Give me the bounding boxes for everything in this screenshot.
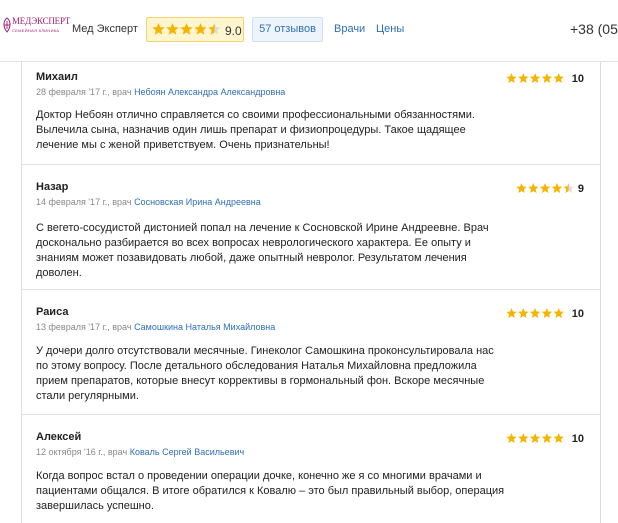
review-date: 14 февраля '17 г., врач xyxy=(36,197,132,207)
star-icon xyxy=(529,308,541,318)
review-stars-icon xyxy=(506,433,564,443)
review-card: Раиса 13 февраля '17 г., врач Самошкина … xyxy=(22,291,600,415)
overall-rating-badge: 9.0 xyxy=(146,17,244,42)
logo-subtitle: СЕМЕЙНАЯ КЛИНИКА xyxy=(12,28,60,33)
review-rating: 10 xyxy=(506,308,584,322)
star-icon xyxy=(518,73,529,83)
star-icon xyxy=(506,73,517,83)
review-text: Доктор Небоян отлично справляется со сво… xyxy=(36,109,475,151)
star-icon xyxy=(553,433,564,443)
reviewer-name: Алексей xyxy=(36,431,82,443)
review-rating: 10 xyxy=(506,433,584,447)
review-text: Когда вопрос встал о проведении операции… xyxy=(36,470,505,512)
star-icon xyxy=(539,183,551,193)
star-icon xyxy=(516,183,527,193)
review-card: Михаил 28 февраля '17 г., врач Небоян Ал… xyxy=(22,62,600,165)
review-meta: 14 февраля '17 г., врач Сосновская Ирина… xyxy=(36,197,261,207)
star-icon xyxy=(180,23,193,35)
star-icon xyxy=(166,23,179,35)
rating-stars-icon xyxy=(152,23,221,35)
review-rating: 10 xyxy=(506,73,584,87)
reviewer-name: Назар xyxy=(36,181,69,193)
phone-number[interactable]: +38 (05( xyxy=(570,21,618,37)
review-score: 10 xyxy=(571,73,584,85)
star-icon xyxy=(194,23,207,35)
star-icon xyxy=(551,183,563,193)
review-meta: 28 февраля '17 г., врач Небоян Александр… xyxy=(36,87,285,97)
star-icon xyxy=(208,23,221,35)
review-date: 13 февраля '17 г., врач xyxy=(36,322,132,332)
doctor-link[interactable]: Небоян Александра Александровна xyxy=(134,87,285,97)
star-icon xyxy=(506,308,517,318)
reviews-count-button[interactable]: 57 отзывов xyxy=(252,17,323,42)
review-card: Алексей 12 октября '16 г., врач Коваль С… xyxy=(22,416,600,523)
review-stars-icon xyxy=(506,308,564,318)
star-icon xyxy=(541,308,553,318)
doctor-link[interactable]: Сосновская Ирина Андреевна xyxy=(134,197,261,207)
star-icon xyxy=(518,433,529,443)
star-icon xyxy=(553,308,564,318)
review-text: У дочери долго отсутствовали месячные. Г… xyxy=(36,345,494,402)
reviewer-name: Раиса xyxy=(36,306,69,318)
review-rating: 9 xyxy=(516,183,584,197)
overall-rating-score: 9.0 xyxy=(225,24,242,38)
review-score: 10 xyxy=(571,433,584,445)
star-icon xyxy=(506,433,517,443)
review-date: 28 февраля '17 г., врач xyxy=(36,87,132,97)
nav-prices-link[interactable]: Цены xyxy=(376,23,404,35)
reviewer-name: Михаил xyxy=(36,71,78,83)
star-icon xyxy=(553,73,564,83)
clinic-logo[interactable]: МЕДЭКСПЕРТ СЕМЕЙНАЯ КЛИНИКА xyxy=(0,14,70,44)
logo-mark-icon xyxy=(3,17,11,33)
nav-doctors-link[interactable]: Врачи xyxy=(334,23,365,35)
review-stars-icon xyxy=(506,73,564,83)
doctor-link[interactable]: Коваль Сергей Васильевич xyxy=(130,447,244,457)
star-icon xyxy=(518,308,529,318)
review-meta: 13 февраля '17 г., врач Самошкина Наталь… xyxy=(36,322,275,332)
star-icon xyxy=(563,183,574,193)
review-date: 12 октября '16 г., врач xyxy=(36,447,128,457)
review-card: Назар 14 февраля '17 г., врач Сосновская… xyxy=(22,166,600,290)
star-icon xyxy=(541,73,553,83)
top-bar: МЕДЭКСПЕРТ СЕМЕЙНАЯ КЛИНИКА Мед Эксперт … xyxy=(0,0,618,62)
review-text: С вегето-сосудистой дистонией попал на л… xyxy=(36,222,489,279)
review-score: 9 xyxy=(577,183,584,195)
star-icon xyxy=(529,433,541,443)
star-icon xyxy=(529,73,541,83)
review-score: 10 xyxy=(571,308,584,320)
doctor-link[interactable]: Самошкина Наталья Михайловна xyxy=(134,322,275,332)
review-meta: 12 октября '16 г., врач Коваль Сергей Ва… xyxy=(36,447,244,457)
clinic-name: Мед Эксперт xyxy=(72,23,138,35)
star-icon xyxy=(541,433,553,443)
logo-text: МЕДЭКСПЕРТ xyxy=(12,16,71,26)
star-icon xyxy=(152,23,165,35)
review-stars-icon xyxy=(516,183,574,193)
reviews-list: Михаил 28 февраля '17 г., врач Небоян Ал… xyxy=(21,62,601,523)
star-icon xyxy=(528,183,539,193)
